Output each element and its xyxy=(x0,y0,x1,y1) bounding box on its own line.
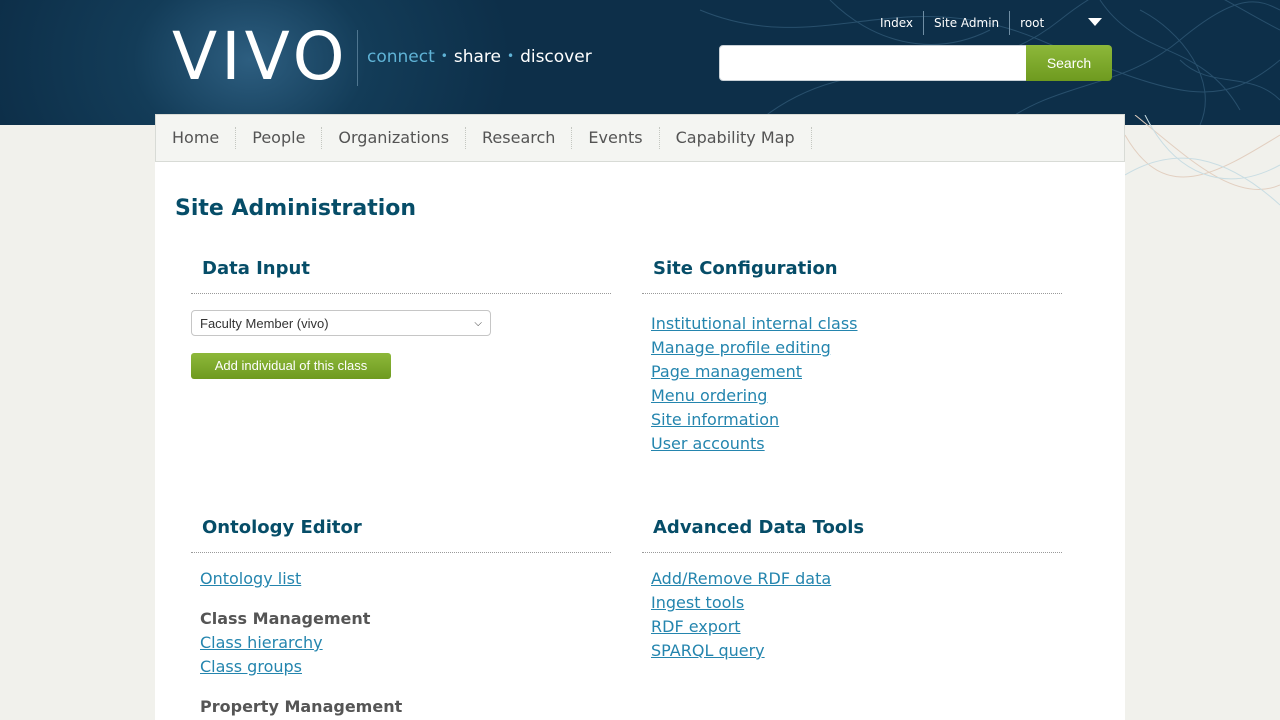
add-remove-rdf-data-link[interactable]: Add/Remove RDF data xyxy=(651,569,831,588)
sparql-query-link[interactable]: SPARQL query xyxy=(651,641,765,660)
list-item: Ontology list xyxy=(191,567,611,591)
class-groups-link[interactable]: Class groups xyxy=(200,657,302,676)
page-title: Site Administration xyxy=(175,196,417,221)
list-item: Add/Remove RDF data xyxy=(651,567,1062,591)
page-management-link[interactable]: Page management xyxy=(651,362,802,381)
class-management-heading: Class Management xyxy=(200,609,371,628)
main-nav: Home People Organizations Research Event… xyxy=(155,114,1125,162)
advanced-data-tools-heading: Advanced Data Tools xyxy=(642,515,1062,553)
tagline-separator: • xyxy=(440,49,448,63)
nav-item-organizations[interactable]: Organizations xyxy=(322,127,467,149)
advanced-data-tools-links: Add/Remove RDF data Ingest tools RDF exp… xyxy=(642,567,1062,663)
class-hierarchy-link[interactable]: Class hierarchy xyxy=(200,633,323,652)
tagline-separator: • xyxy=(506,49,515,63)
site-configuration-links: Institutional internal class Manage prof… xyxy=(642,312,1062,456)
class-management-links: Class hierarchy Class groups xyxy=(191,631,611,679)
ingest-tools-link[interactable]: Ingest tools xyxy=(651,593,744,612)
list-item: Page management xyxy=(651,360,1062,384)
user-menu: Index Site Admin root xyxy=(870,11,1098,35)
list-item: Class groups xyxy=(200,655,611,679)
tagline-discover: discover xyxy=(520,47,592,67)
background-swirl-decoration xyxy=(1125,115,1280,206)
ontology-editor-panel: Ontology Editor Ontology list Class Mana… xyxy=(191,515,611,719)
ontology-editor-heading: Ontology Editor xyxy=(191,515,611,553)
site-admin-link[interactable]: Site Admin xyxy=(924,11,1011,35)
nav-item-people[interactable]: People xyxy=(236,127,323,149)
ontology-list-link[interactable]: Ontology list xyxy=(200,569,301,588)
vivo-logo[interactable]: VIVO xyxy=(172,24,349,90)
class-select[interactable]: Faculty Member (vivo) ⌵ xyxy=(191,310,491,336)
logo-divider xyxy=(357,30,358,86)
ontology-editor-links: Ontology list xyxy=(191,567,611,591)
tagline-connect: connect xyxy=(367,47,435,67)
site-information-link[interactable]: Site information xyxy=(651,410,779,429)
tagline-share: share xyxy=(453,47,501,67)
rdf-export-link[interactable]: RDF export xyxy=(651,617,741,636)
site-header: VIVO connect • share • discover Index Site A… xyxy=(0,0,1280,125)
class-select-value: Faculty Member (vivo) xyxy=(200,315,329,331)
list-item: Ingest tools xyxy=(651,591,1062,615)
nav-item-home[interactable]: Home xyxy=(156,127,237,149)
data-input-panel: Data Input Faculty Member (vivo) ⌵ Add i… xyxy=(191,256,611,379)
list-item: Class hierarchy xyxy=(200,631,611,655)
search-button[interactable]: Search xyxy=(1026,45,1112,81)
list-item: Institutional internal class xyxy=(651,312,1062,336)
institutional-internal-class-link[interactable]: Institutional internal class xyxy=(651,314,858,333)
advanced-data-tools-panel: Advanced Data Tools Add/Remove RDF data … xyxy=(642,515,1062,663)
nav-item-capability-map[interactable]: Capability Map xyxy=(660,127,812,149)
add-individual-button[interactable]: Add individual of this class xyxy=(191,353,391,379)
menu-ordering-link[interactable]: Menu ordering xyxy=(651,386,767,405)
site-configuration-heading: Site Configuration xyxy=(642,256,1062,294)
list-item: Site information xyxy=(651,408,1062,432)
data-input-heading: Data Input xyxy=(191,256,611,294)
search-input[interactable] xyxy=(719,45,1029,81)
manage-profile-editing-link[interactable]: Manage profile editing xyxy=(651,338,831,357)
site-configuration-panel: Site Configuration Institutional interna… xyxy=(642,256,1062,456)
user-accounts-link[interactable]: User accounts xyxy=(651,434,765,453)
list-item: RDF export xyxy=(651,615,1062,639)
nav-item-research[interactable]: Research xyxy=(466,127,573,149)
list-item: SPARQL query xyxy=(651,639,1062,663)
chevron-down-icon[interactable] xyxy=(1088,18,1102,26)
tagline: connect • share • discover xyxy=(367,47,592,67)
property-management-heading: Property Management xyxy=(200,697,403,716)
list-item: User accounts xyxy=(651,432,1062,456)
search-bar: Search xyxy=(719,45,1112,81)
nav-item-events[interactable]: Events xyxy=(572,127,660,149)
user-menu-toggle[interactable]: root xyxy=(1010,11,1098,35)
index-link[interactable]: Index xyxy=(870,11,925,35)
list-item: Manage profile editing xyxy=(651,336,1062,360)
chevron-down-icon: ⌵ xyxy=(474,317,482,329)
list-item: Menu ordering xyxy=(651,384,1062,408)
main-content: Site Administration Data Input Faculty M… xyxy=(155,162,1125,720)
